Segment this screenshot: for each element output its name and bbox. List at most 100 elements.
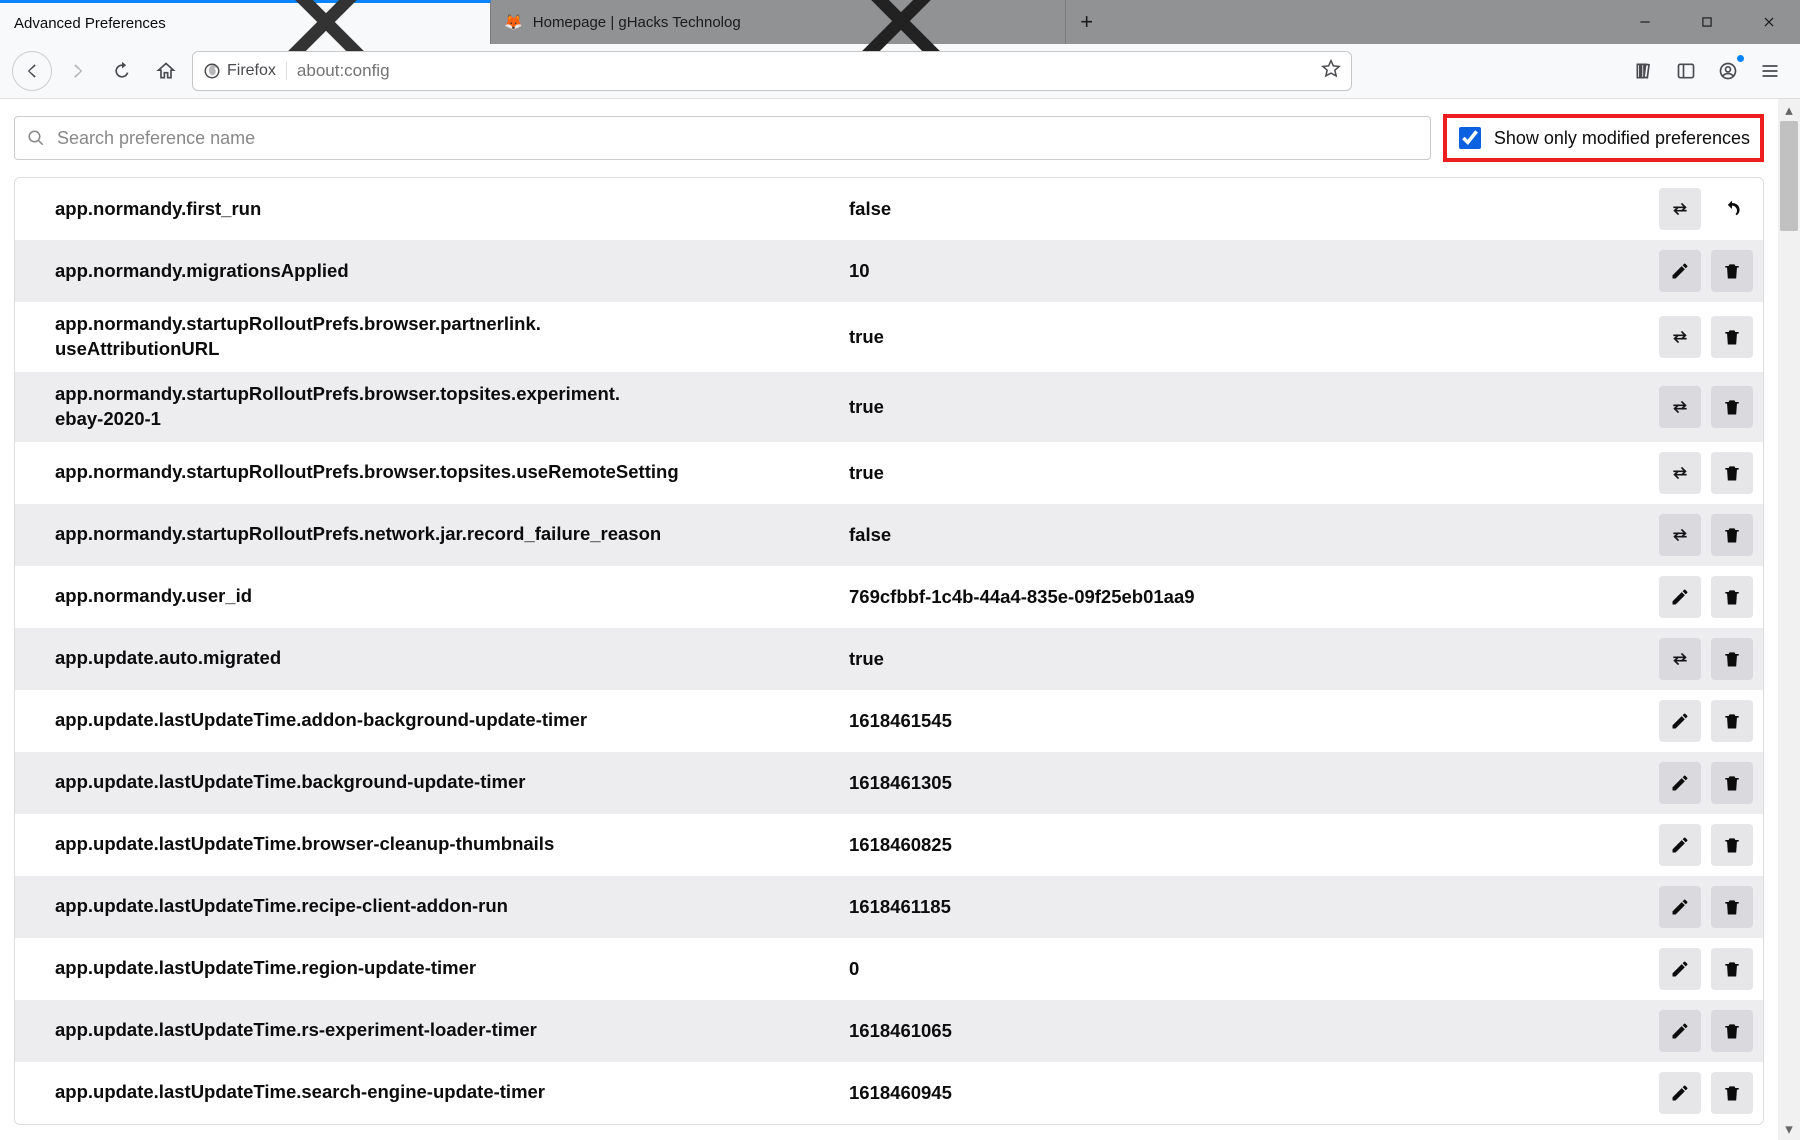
tab-title: Homepage | gHacks Technolog <box>533 14 741 31</box>
pref-name: app.update.lastUpdateTime.region-update-… <box>55 956 839 981</box>
toggle-icon <box>1670 327 1690 347</box>
delete-button[interactable] <box>1711 638 1753 680</box>
delete-button[interactable] <box>1711 452 1753 494</box>
show-modified-only-checkbox[interactable] <box>1459 127 1481 149</box>
pref-row: app.update.auto.migrated true <box>15 628 1763 690</box>
search-icon <box>27 129 45 147</box>
scrollbar-thumb[interactable] <box>1780 121 1798 231</box>
toggle-button[interactable] <box>1659 514 1701 556</box>
delete-button[interactable] <box>1711 948 1753 990</box>
trash-icon <box>1722 959 1742 979</box>
home-button[interactable] <box>148 53 184 89</box>
library-button[interactable] <box>1626 53 1662 89</box>
pref-name: app.update.lastUpdateTime.rs-experiment-… <box>55 1018 839 1043</box>
delete-button[interactable] <box>1711 1010 1753 1052</box>
pref-search-input[interactable] <box>55 127 1418 150</box>
show-modified-only-box: Show only modified preferences <box>1443 114 1764 162</box>
pref-value: 1618460825 <box>849 834 1649 856</box>
pref-actions <box>1659 948 1753 990</box>
edit-button[interactable] <box>1659 700 1701 742</box>
delete-button[interactable] <box>1711 386 1753 428</box>
toggle-icon <box>1670 397 1690 417</box>
vertical-scrollbar[interactable]: ▴ ▾ <box>1778 99 1800 1140</box>
pref-row: app.normandy.first_runfalse <box>15 178 1763 240</box>
toggle-icon <box>1670 463 1690 483</box>
pref-name: app.normandy.user_id <box>55 584 839 609</box>
scroll-up-icon[interactable]: ▴ <box>1778 99 1800 121</box>
delete-button[interactable] <box>1711 700 1753 742</box>
pref-row: app.update.lastUpdateTime.recipe-client-… <box>15 876 1763 938</box>
reload-button[interactable] <box>104 53 140 89</box>
toggle-button[interactable] <box>1659 316 1701 358</box>
delete-button[interactable] <box>1711 250 1753 292</box>
notification-dot-icon <box>1737 55 1744 62</box>
delete-button[interactable] <box>1711 316 1753 358</box>
pref-name: app.normandy.migrationsApplied <box>55 259 839 284</box>
trash-icon <box>1722 397 1742 417</box>
browser-tabstrip: Advanced Preferences 🦊 Homepage | gHacks… <box>0 0 1800 44</box>
pref-search-box[interactable] <box>14 116 1431 160</box>
edit-button[interactable] <box>1659 576 1701 618</box>
pref-name: app.normandy.startupRolloutPrefs.browser… <box>55 312 839 362</box>
delete-button[interactable] <box>1711 762 1753 804</box>
edit-button[interactable] <box>1659 948 1701 990</box>
delete-button[interactable] <box>1711 576 1753 618</box>
pref-actions <box>1659 188 1753 230</box>
pref-actions <box>1659 514 1753 556</box>
pref-value: true <box>849 648 1649 670</box>
tab-inactive[interactable]: 🦊 Homepage | gHacks Technolog <box>491 0 1066 44</box>
minimize-button[interactable] <box>1614 0 1676 44</box>
delete-button[interactable] <box>1711 886 1753 928</box>
firefox-icon <box>203 62 221 80</box>
edit-button[interactable] <box>1659 1010 1701 1052</box>
pref-actions <box>1659 700 1753 742</box>
identity-box[interactable]: Firefox <box>203 62 287 80</box>
reset-button[interactable] <box>1711 188 1753 230</box>
sidebar-button[interactable] <box>1668 53 1704 89</box>
pref-value: 1618461065 <box>849 1020 1649 1042</box>
app-menu-button[interactable] <box>1752 53 1788 89</box>
pref-value: false <box>849 198 1649 220</box>
delete-button[interactable] <box>1711 514 1753 556</box>
edit-button[interactable] <box>1659 1072 1701 1114</box>
pref-row: app.normandy.migrationsApplied10 <box>15 240 1763 302</box>
trash-icon <box>1722 711 1742 731</box>
toggle-button[interactable] <box>1659 452 1701 494</box>
edit-icon <box>1670 261 1690 281</box>
pref-name: app.normandy.startupRolloutPrefs.network… <box>55 522 839 547</box>
pref-row: app.normandy.startupRolloutPrefs.browser… <box>15 442 1763 504</box>
new-tab-button[interactable]: + <box>1066 0 1108 44</box>
toggle-button[interactable] <box>1659 638 1701 680</box>
back-button[interactable] <box>12 51 52 91</box>
edit-button[interactable] <box>1659 886 1701 928</box>
url-text: about:config <box>297 61 1311 81</box>
pref-row: app.normandy.startupRolloutPrefs.network… <box>15 504 1763 566</box>
show-modified-only-label[interactable]: Show only modified preferences <box>1494 128 1750 149</box>
pref-value: 769cfbbf-1c4b-44a4-835e-09f25eb01aa9 <box>849 586 1649 608</box>
pref-actions <box>1659 452 1753 494</box>
url-bar[interactable]: Firefox about:config <box>192 51 1352 91</box>
scroll-down-icon[interactable]: ▾ <box>1778 1118 1800 1140</box>
toggle-button[interactable] <box>1659 188 1701 230</box>
pref-name: app.update.auto.migrated <box>55 646 839 671</box>
account-button[interactable] <box>1710 53 1746 89</box>
pref-actions <box>1659 762 1753 804</box>
close-window-button[interactable] <box>1738 0 1800 44</box>
forward-button[interactable] <box>60 53 96 89</box>
pref-row: app.normandy.startupRolloutPrefs.browser… <box>15 372 1763 442</box>
pref-value: true <box>849 396 1649 418</box>
pref-row: app.update.lastUpdateTime.browser-cleanu… <box>15 814 1763 876</box>
identity-label: Firefox <box>227 62 276 80</box>
edit-button[interactable] <box>1659 824 1701 866</box>
maximize-button[interactable] <box>1676 0 1738 44</box>
tab-active[interactable]: Advanced Preferences <box>0 0 491 44</box>
pref-actions <box>1659 638 1753 680</box>
delete-button[interactable] <box>1711 1072 1753 1114</box>
favicon-icon: 🦊 <box>505 13 523 31</box>
edit-button[interactable] <box>1659 250 1701 292</box>
toggle-button[interactable] <box>1659 386 1701 428</box>
delete-button[interactable] <box>1711 824 1753 866</box>
edit-button[interactable] <box>1659 762 1701 804</box>
bookmark-star-button[interactable] <box>1321 59 1341 83</box>
edit-icon <box>1670 773 1690 793</box>
